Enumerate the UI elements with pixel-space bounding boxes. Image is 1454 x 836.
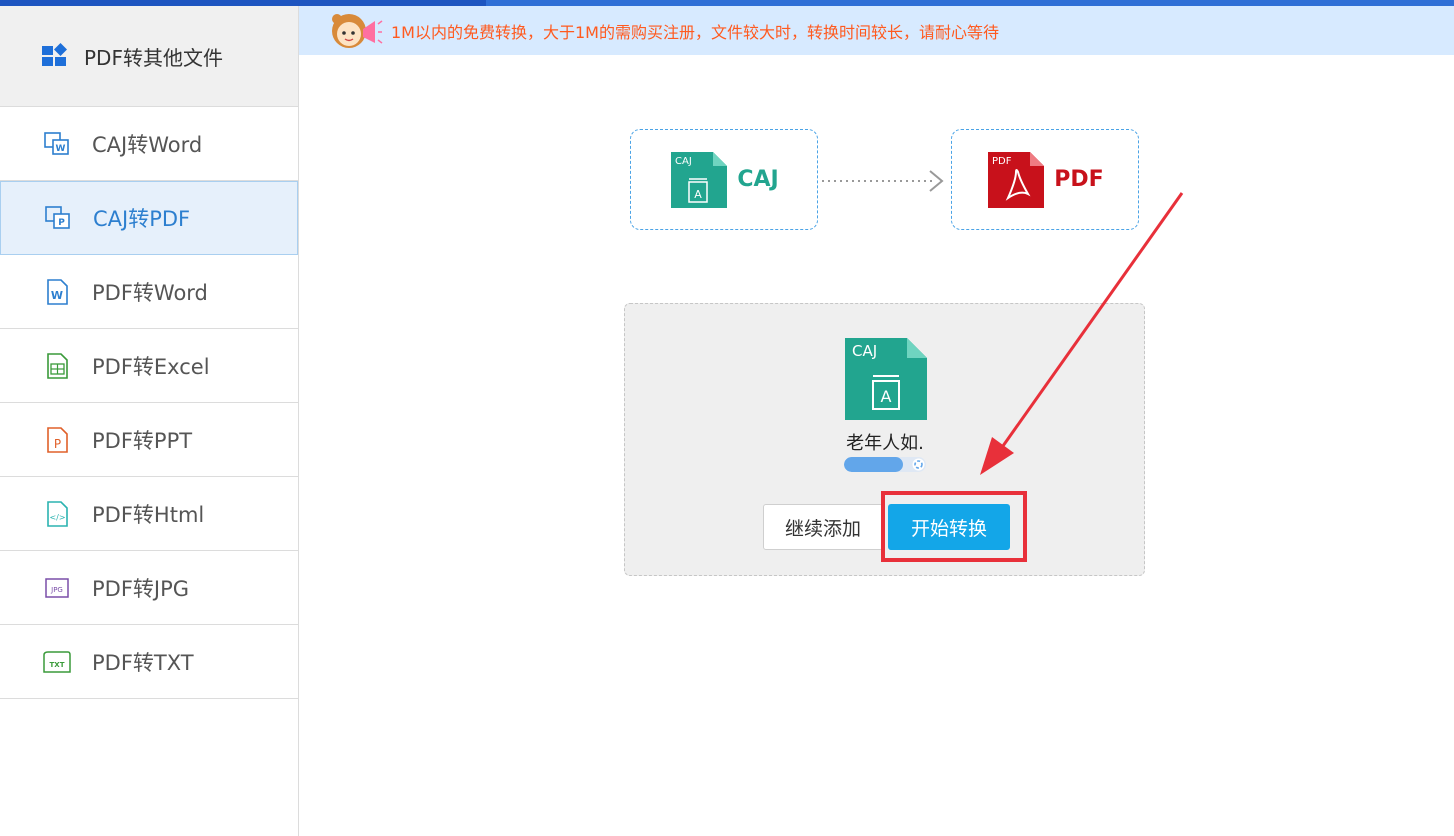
upload-progress-fill	[844, 457, 904, 472]
svg-text:JPG: JPG	[50, 586, 63, 594]
sidebar-item-pdf-jpg[interactable]: JPG PDF转JPG	[0, 551, 298, 625]
pdf-file-tag: PDF	[992, 156, 1012, 167]
target-format-box: PDF PDF	[951, 129, 1139, 230]
uploaded-file-glyph: A	[881, 387, 892, 406]
sidebar-item-pdf-word[interactable]: W PDF转Word	[0, 255, 298, 329]
svg-text:A: A	[695, 188, 703, 201]
dotted-arrow-right-icon	[822, 170, 944, 192]
mascot-megaphone-icon	[332, 13, 383, 48]
svg-text:P: P	[54, 437, 61, 451]
sidebar-header-label: PDF转其他文件	[84, 45, 223, 70]
upload-progress-bar	[844, 457, 926, 472]
source-format-box: CAJ A CAJ	[630, 129, 818, 230]
uploaded-caj-file-icon: CAJ A	[845, 338, 927, 420]
sidebar-item-pdf-txt[interactable]: TXT PDF转TXT	[0, 625, 298, 699]
svg-text:W: W	[56, 144, 66, 154]
sidebar-item-pdf-ppt[interactable]: P PDF转PPT	[0, 403, 298, 477]
sidebar-item-label: CAJ转PDF	[93, 207, 191, 231]
sidebar-item-caj-word[interactable]: W CAJ转Word	[0, 107, 298, 181]
sidebar-header: PDF转其他文件	[0, 6, 298, 107]
caj-file-icon: CAJ A	[671, 151, 728, 208]
sidebar-item-pdf-excel[interactable]: PDF转Excel	[0, 329, 298, 403]
caj-pdf-icon: P	[41, 201, 75, 235]
ppt-doc-icon: P	[40, 423, 74, 457]
uploaded-file-tag: CAJ	[852, 342, 877, 360]
txt-doc-icon: TXT	[40, 645, 74, 679]
caj-word-icon: W	[40, 127, 74, 161]
jpg-doc-icon: JPG	[40, 571, 74, 605]
sidebar: PDF转其他文件 W CAJ转Word P CAJ转PDF W PDF转Word…	[0, 6, 299, 836]
excel-doc-icon	[40, 349, 74, 383]
target-format-label: PDF	[1054, 167, 1104, 192]
notice-text: 1M以内的免费转换，大于1M的需购买注册，文件较大时，转换时间较长，请耐心等待	[391, 22, 999, 42]
uploaded-file-name: 老年人如.	[846, 433, 924, 454]
sidebar-item-label: PDF转Html	[92, 502, 205, 527]
sidebar-item-caj-pdf[interactable]: P CAJ转PDF	[0, 181, 298, 255]
loading-spinner-icon	[912, 458, 925, 471]
continue-add-button[interactable]: 继续添加	[763, 504, 883, 550]
svg-text:W: W	[51, 289, 63, 302]
word-doc-icon: W	[40, 275, 74, 309]
sidebar-item-label: CAJ转Word	[92, 132, 203, 157]
svg-text:P: P	[58, 218, 65, 228]
sidebar-item-label: PDF转Word	[92, 280, 208, 305]
html-doc-icon: </>	[40, 497, 74, 531]
source-format-label: CAJ	[737, 167, 779, 192]
upload-panel[interactable]: CAJ A 老年人如. 继续添加 开始转换	[624, 303, 1145, 576]
start-convert-button[interactable]: 开始转换	[888, 504, 1010, 550]
sidebar-item-label: PDF转TXT	[92, 650, 194, 675]
notice-bar: 1M以内的免费转换，大于1M的需购买注册，文件较大时，转换时间较长，请耐心等待	[299, 6, 1454, 55]
pdf-file-icon: PDF	[988, 151, 1045, 208]
apps-grid-icon	[42, 43, 67, 66]
caj-file-tag: CAJ	[675, 156, 692, 167]
sidebar-item-label: PDF转PPT	[92, 428, 193, 453]
sidebar-item-label: PDF转JPG	[92, 576, 190, 601]
svg-text:TXT: TXT	[50, 661, 65, 669]
sidebar-item-pdf-html[interactable]: </> PDF转Html	[0, 477, 298, 551]
sidebar-item-label: PDF转Excel	[92, 354, 210, 379]
svg-text:</>: </>	[49, 513, 65, 522]
